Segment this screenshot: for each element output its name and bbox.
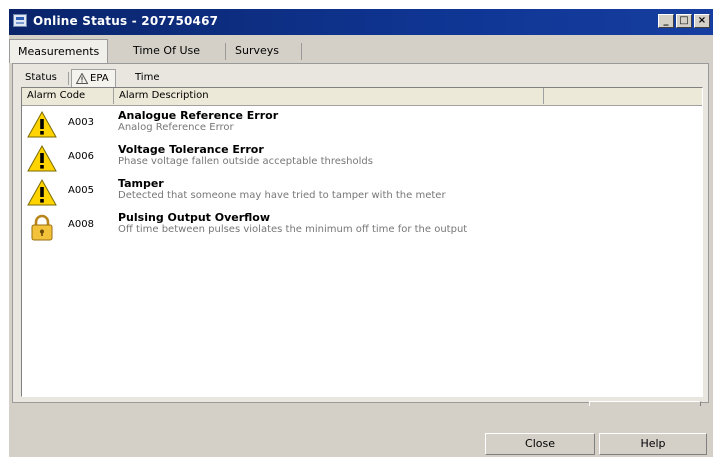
list-header: Alarm Code Alarm Description <box>22 88 702 106</box>
window-title: Online Status - 207750467 <box>33 14 219 28</box>
measurements-panel: Status EPA Time Alarm Code Alarm Descrip… <box>12 63 709 403</box>
alarm-triangle-icon <box>76 73 88 84</box>
tab-separator <box>68 72 69 85</box>
alarm-code: A006 <box>68 151 94 162</box>
alarm-title: Pulsing Output Overflow <box>118 211 271 224</box>
online-status-window: Online Status - 207750467 _ □ × Measurem… <box>8 8 713 457</box>
warning-icon <box>27 144 57 172</box>
minimize-button[interactable]: _ <box>658 14 674 28</box>
alarm-description: Phase voltage fallen outside acceptable … <box>118 156 373 167</box>
lock-icon <box>31 214 53 241</box>
tab-measurements[interactable]: Measurements <box>9 39 109 63</box>
column-alarm-code[interactable]: Alarm Code <box>22 88 114 104</box>
list-item[interactable]: A005 Tamper Detected that someone may ha… <box>22 176 702 210</box>
alarm-title: Analogue Reference Error <box>118 109 279 122</box>
alarm-list[interactable]: Alarm Code Alarm Description A003 Analog… <box>21 87 703 397</box>
close-window-button[interactable]: × <box>694 14 710 28</box>
alarm-code: A008 <box>68 219 94 230</box>
footer-bar <box>12 406 709 429</box>
main-tab-strip: Measurements Time Of Use Surveys <box>9 39 713 63</box>
list-item[interactable]: A003 Analogue Reference Error Analog Ref… <box>22 108 702 142</box>
alarm-description: Detected that someone may have tried to … <box>118 190 446 201</box>
column-alarm-description[interactable]: Alarm Description <box>114 88 544 104</box>
tab-status[interactable]: Status <box>19 69 63 87</box>
tab-separator <box>225 43 226 60</box>
title-bar[interactable]: Online Status - 207750467 _ □ × <box>9 9 713 35</box>
warning-icon <box>27 110 57 138</box>
maximize-button[interactable]: □ <box>676 14 692 28</box>
alarm-title: Voltage Tolerance Error <box>118 143 264 156</box>
caption-buttons: _ □ × <box>658 14 710 30</box>
list-item[interactable]: A008 Pulsing Output Overflow Off time be… <box>22 210 702 244</box>
tab-epa-label: EPA <box>90 73 109 84</box>
alarm-code: A003 <box>68 117 94 128</box>
tab-time[interactable]: Time <box>129 69 165 87</box>
tab-surveys[interactable]: Surveys <box>227 39 287 63</box>
alarm-description: Off time between pulses violates the min… <box>118 224 468 235</box>
tab-separator <box>301 43 302 60</box>
warning-icon <box>27 178 57 206</box>
alarm-title: Tamper <box>118 177 164 190</box>
alarm-description: Analog Reference Error <box>118 122 234 133</box>
list-item[interactable]: A006 Voltage Tolerance Error Phase volta… <box>22 142 702 176</box>
tab-epa[interactable]: EPA <box>71 69 116 87</box>
close-button[interactable]: Close <box>485 433 595 455</box>
help-button[interactable]: Help <box>599 433 707 455</box>
tab-time-of-use[interactable]: Time Of Use <box>125 39 208 63</box>
alarm-code: A005 <box>68 185 94 196</box>
app-icon <box>13 14 27 27</box>
